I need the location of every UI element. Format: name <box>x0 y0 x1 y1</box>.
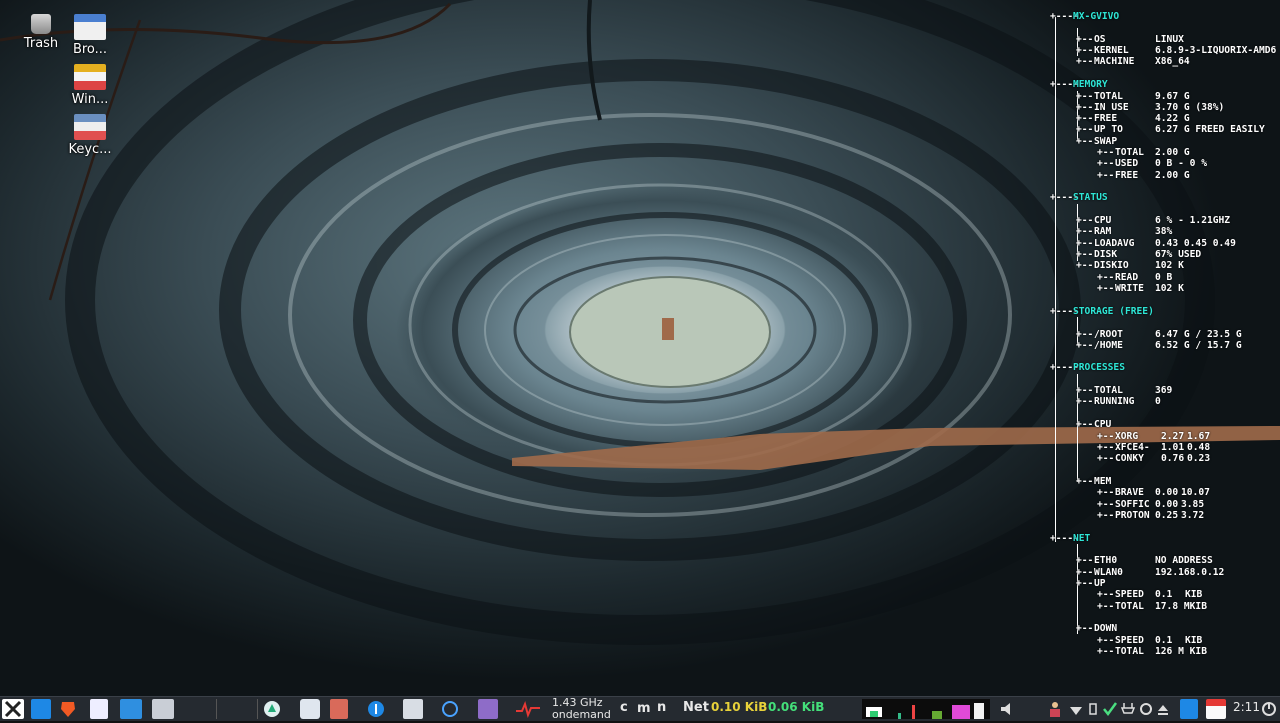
calendar-tray[interactable] <box>330 699 348 719</box>
eject-tray[interactable] <box>1156 699 1170 719</box>
info-tray[interactable] <box>366 699 386 719</box>
cpu-graph-plugin[interactable] <box>515 699 541 719</box>
desktop-icon-keyboard[interactable]: Keyc... <box>62 114 118 157</box>
network-tray[interactable] <box>1068 699 1084 719</box>
logout-icon <box>1262 702 1276 716</box>
sync-tray[interactable] <box>440 699 460 719</box>
net-down-speed: 0.06 KiB <box>768 700 825 714</box>
show-desktop-button[interactable] <box>31 699 51 719</box>
power-tray[interactable] <box>1120 699 1136 719</box>
window-icon <box>74 64 106 90</box>
desktop-icon-label: Trash <box>23 36 59 51</box>
panel-separator <box>216 699 258 719</box>
refresh-icon <box>442 701 458 717</box>
app-tray[interactable] <box>478 699 498 719</box>
desktop-icon-label: Keyc... <box>68 142 112 157</box>
kbd-indicator-n[interactable]: n <box>657 701 666 714</box>
volume-tray[interactable] <box>998 699 1018 719</box>
desktop-icon-browser[interactable]: Bro... <box>62 14 118 57</box>
eject-icon <box>1158 705 1168 715</box>
info-icon <box>368 701 384 717</box>
trash-icon <box>31 14 51 34</box>
settings-tray[interactable] <box>1138 699 1154 719</box>
person-icon <box>1050 702 1060 717</box>
desktop-icon-label: Win... <box>71 92 109 107</box>
clock[interactable]: 2:11 <box>1233 701 1260 713</box>
start-menu-button[interactable] <box>2 699 24 719</box>
user-tray[interactable] <box>1047 699 1063 719</box>
desktop-icon-trash[interactable]: Trash <box>14 14 68 51</box>
update-tray[interactable] <box>1180 699 1198 719</box>
cloud-tray[interactable] <box>300 699 320 719</box>
taskbar: 1.43 GHz ondemand c m n Net 0.10 KiB 0.0… <box>0 696 1280 721</box>
gear-icon <box>1140 703 1152 715</box>
drive-launcher[interactable] <box>152 699 174 719</box>
brave-launcher[interactable] <box>58 699 78 719</box>
clipboard-tray[interactable] <box>1085 699 1101 719</box>
check-icon <box>1103 702 1118 717</box>
desktop-icon-window[interactable]: Win... <box>62 64 118 107</box>
kbd-indicator-c[interactable]: c <box>620 701 628 714</box>
session-button[interactable] <box>1260 699 1278 719</box>
kbd-indicator-m[interactable]: m <box>637 702 651 715</box>
conky-monitor: +---- MX-GVIVO +-- OS LINUX +-- KERNEL 6.8.9-… <box>1050 11 1277 657</box>
protonvpn-tray[interactable] <box>1102 699 1118 719</box>
text-editor-launcher[interactable] <box>90 699 108 719</box>
updater-icon <box>264 701 280 717</box>
browser-icon <box>74 14 106 40</box>
wifi-icon <box>1070 707 1082 715</box>
plug-icon <box>1120 703 1136 714</box>
tree-line <box>1055 17 1056 542</box>
system-load-graphs[interactable] <box>862 699 990 719</box>
speaker-tray[interactable] <box>1026 699 1042 719</box>
net-up-speed: 0.10 KiB <box>711 700 768 714</box>
paperclip-icon <box>1089 703 1097 715</box>
cpu-frequency: 1.43 GHz <box>552 696 603 709</box>
screenshot-tray[interactable] <box>403 699 423 719</box>
net-label: Net <box>683 700 709 715</box>
load-graph-icon <box>866 703 984 719</box>
pulse-icon <box>516 700 540 719</box>
mx-logo-icon <box>4 700 22 718</box>
desktop-icon-label: Bro... <box>72 42 108 57</box>
calendar-button[interactable] <box>1206 699 1226 719</box>
updater-tray[interactable] <box>262 699 282 719</box>
keyboard-icon <box>74 114 106 140</box>
volume-icon <box>1001 703 1010 715</box>
cpu-governor: ondemand <box>552 708 611 721</box>
brave-icon <box>61 702 75 717</box>
file-manager-launcher[interactable] <box>120 699 142 719</box>
